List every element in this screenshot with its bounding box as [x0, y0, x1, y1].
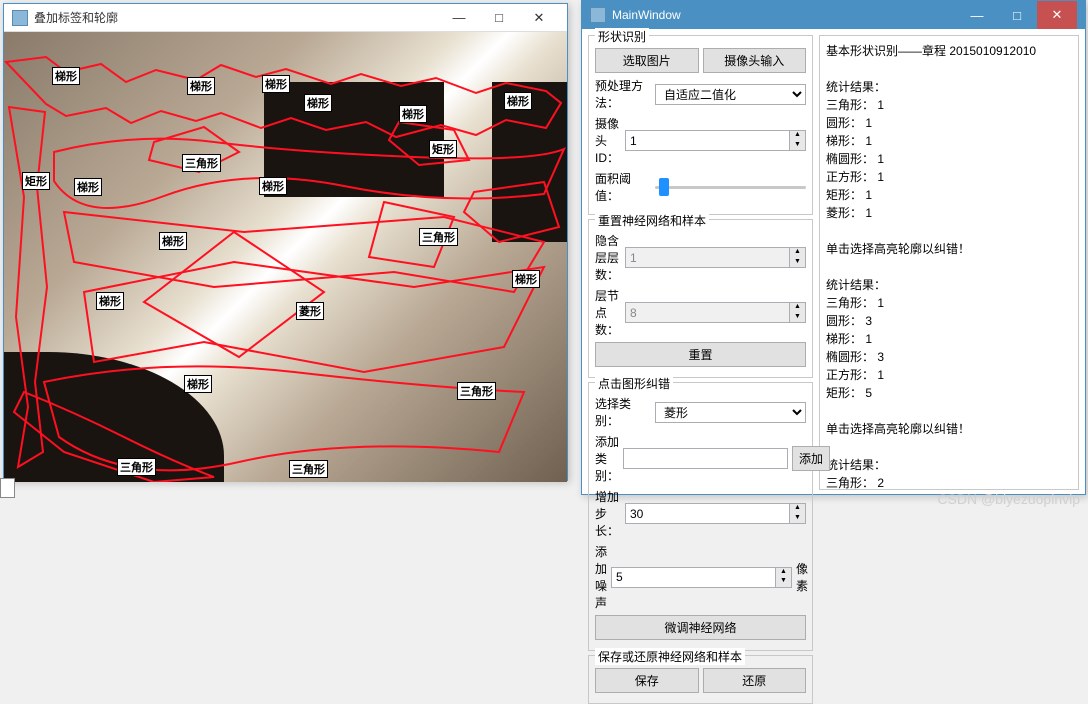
error-correction-group: 点击图形纠错 选择类别： 菱形 添加类别： 添加 增加步长： ▲▼ 添加噪声 ▲…	[588, 382, 813, 651]
image-canvas: 梯形梯形梯形梯形梯形梯形矩形矩形梯形三角形梯形梯形三角形梯形梯形菱形梯形三角形三…	[4, 32, 567, 482]
layer-nodes-input	[625, 302, 790, 323]
shape-label: 梯形	[399, 105, 427, 123]
pick-image-button[interactable]: 选取图片	[595, 48, 699, 73]
maximize-button[interactable]: □	[479, 4, 519, 32]
main-titlebar[interactable]: MainWindow — □ ✕	[582, 1, 1085, 29]
overlay-titlebar[interactable]: 叠加标签和轮廓 — □ ✕	[4, 4, 567, 32]
log-title: 基本形状识别——章程 2015010912010	[826, 42, 1072, 60]
log-line: 三角形： 2	[826, 474, 1072, 490]
shape-label: 梯形	[259, 177, 287, 195]
add-type-input[interactable]	[623, 448, 788, 469]
minimize-button[interactable]: —	[439, 4, 479, 32]
log-line: 梯形： 1	[826, 132, 1072, 150]
group-title: 形状识别	[595, 28, 649, 45]
contour-overlay	[4, 32, 567, 482]
minimize-button[interactable]: —	[957, 1, 997, 29]
log-stat-header: 统计结果：	[826, 78, 1072, 96]
camera-id-label: 摄像头ID：	[595, 115, 621, 166]
shape-label: 梯形	[52, 67, 80, 85]
watermark: CSDN @biyezuopinvip	[937, 491, 1080, 507]
shape-label: 三角形	[419, 228, 458, 246]
shape-label: 梯形	[184, 375, 212, 393]
log-line: 梯形： 1	[826, 330, 1072, 348]
overlay-window: 叠加标签和轮廓 — □ ✕ 梯形梯形梯形梯形梯形梯形矩形矩形梯形三角形梯形梯形三…	[3, 3, 568, 481]
group-title: 保存或还原神经网络和样本	[595, 648, 745, 665]
layer-nodes-label: 层节点数：	[595, 287, 621, 338]
shape-label: 三角形	[117, 458, 156, 476]
shape-label: 三角形	[182, 154, 221, 172]
noise-spinner[interactable]: ▲▼	[776, 567, 792, 588]
log-line: 圆形： 3	[826, 312, 1072, 330]
log-hint: 单击选择高亮轮廓以纠错！	[826, 240, 1072, 258]
main-title: MainWindow	[612, 8, 957, 22]
shape-label: 梯形	[74, 178, 102, 196]
pixel-unit-label: 像素	[796, 560, 808, 594]
log-panel: 基本形状识别——章程 2015010912010 统计结果：三角形： 1圆形： …	[819, 35, 1079, 490]
tune-network-button[interactable]: 微调神经网络	[595, 615, 806, 640]
log-line: 菱形： 1	[826, 204, 1072, 222]
log-line: 正方形： 1	[826, 168, 1072, 186]
shape-label: 梯形	[504, 92, 532, 110]
log-hint: 单击选择高亮轮廓以纠错！	[826, 420, 1072, 438]
log-line: 三角形： 1	[826, 294, 1072, 312]
preprocess-label: 预处理方法：	[595, 77, 651, 111]
area-threshold-slider[interactable]	[655, 178, 806, 196]
shape-label: 菱形	[296, 302, 324, 320]
maximize-button[interactable]: □	[997, 1, 1037, 29]
shape-label: 矩形	[429, 140, 457, 158]
close-button[interactable]: ✕	[519, 4, 559, 32]
shape-recognition-group: 形状识别 选取图片 摄像头输入 预处理方法： 自适应二值化 摄像头ID： ▲▼ …	[588, 35, 813, 215]
shape-label: 梯形	[262, 75, 290, 93]
shape-label: 梯形	[304, 94, 332, 112]
log-line: 三角形： 1	[826, 96, 1072, 114]
step-spinner[interactable]: ▲▼	[790, 503, 806, 524]
step-input[interactable]	[625, 503, 790, 524]
log-line: 椭圆形： 3	[826, 348, 1072, 366]
hidden-layers-input	[625, 247, 790, 268]
shape-label: 梯形	[159, 232, 187, 250]
area-threshold-label: 面积阈值：	[595, 170, 651, 204]
shape-label: 矩形	[22, 172, 50, 190]
close-button[interactable]: ✕	[1037, 1, 1077, 29]
log-stat-header: 统计结果：	[826, 456, 1072, 474]
group-title: 重置神经网络和样本	[595, 212, 709, 229]
select-type-label: 选择类别：	[595, 395, 651, 429]
group-title: 点击图形纠错	[595, 375, 673, 392]
save-button[interactable]: 保存	[595, 668, 699, 693]
overlay-title: 叠加标签和轮廓	[34, 9, 439, 26]
shape-label: 三角形	[457, 382, 496, 400]
shape-label: 梯形	[512, 270, 540, 288]
reset-button[interactable]: 重置	[595, 342, 806, 367]
add-type-label: 添加类别：	[595, 433, 619, 484]
reset-network-group: 重置神经网络和样本 隐含层层数： ▲▼ 层节点数： ▲▼ 重置	[588, 219, 813, 378]
log-line: 椭圆形： 1	[826, 150, 1072, 168]
controls-column: 形状识别 选取图片 摄像头输入 预处理方法： 自适应二值化 摄像头ID： ▲▼ …	[588, 35, 813, 490]
shape-label: 梯形	[96, 292, 124, 310]
camera-input-button[interactable]: 摄像头输入	[703, 48, 807, 73]
log-line: 矩形： 1	[826, 186, 1072, 204]
window-icon	[12, 10, 28, 26]
camera-id-spinner[interactable]: ▲▼	[790, 130, 806, 151]
log-stat-header: 统计结果：	[826, 276, 1072, 294]
log-line: 圆形： 1	[826, 114, 1072, 132]
add-type-button[interactable]: 添加	[792, 446, 830, 471]
noise-input[interactable]	[611, 567, 776, 588]
shape-label: 三角形	[289, 460, 328, 478]
save-restore-group: 保存或还原神经网络和样本 保存 还原	[588, 655, 813, 704]
noise-label: 添加噪声	[595, 543, 607, 611]
restore-button[interactable]: 还原	[703, 668, 807, 693]
preprocess-select[interactable]: 自适应二值化	[655, 84, 806, 105]
log-line: 矩形： 5	[826, 384, 1072, 402]
main-window: MainWindow — □ ✕ 形状识别 选取图片 摄像头输入 预处理方法： …	[581, 0, 1086, 495]
layer-nodes-spinner: ▲▼	[790, 302, 806, 323]
hidden-layers-label: 隐含层层数：	[595, 232, 621, 283]
step-label: 增加步长：	[595, 488, 621, 539]
log-line: 正方形： 1	[826, 366, 1072, 384]
camera-id-input[interactable]	[625, 130, 790, 151]
select-type-select[interactable]: 菱形	[655, 402, 806, 423]
shape-label: 梯形	[187, 77, 215, 95]
hidden-layers-spinner: ▲▼	[790, 247, 806, 268]
window-icon	[590, 7, 606, 23]
